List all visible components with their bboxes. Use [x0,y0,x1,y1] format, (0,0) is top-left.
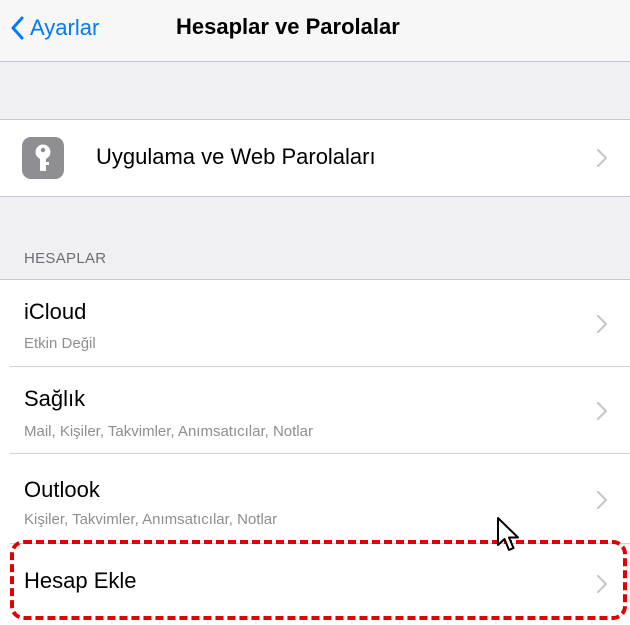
add-account-label: Hesap Ekle [24,568,137,593]
chevron-right-icon [596,314,608,334]
chevron-right-icon [596,401,608,421]
account-name: iCloud [24,299,87,324]
app-web-passwords-row[interactable]: Uygulama ve Web Parolaları [0,120,630,196]
account-detail: Kişiler, Takvimler, Anımsatıcılar, Notla… [24,511,278,528]
account-name: Outlook [24,477,100,502]
account-row-outlook[interactable]: Outlook Kişiler, Takvimler, Anımsatıcıla… [0,454,630,544]
app-web-passwords-label: Uygulama ve Web Parolaları [96,144,376,169]
account-detail: Mail, Kişiler, Takvimler, Anımsatıcılar,… [24,423,313,440]
account-name: Sağlık [24,386,86,411]
back-label: Ayarlar [30,15,100,40]
page-title: Hesaplar ve Parolalar [176,14,400,39]
account-detail: Etkin Değil [24,335,96,352]
section-header-accounts: HESAPLAR [24,250,107,267]
chevron-left-icon [11,16,24,40]
mouse-cursor-icon [497,517,519,551]
key-icon [22,137,64,179]
account-row-health[interactable]: Sağlık Mail, Kişiler, Takvimler, Anımsat… [0,367,630,454]
chevron-right-icon [596,148,608,168]
chevron-right-icon [596,490,608,510]
divider [0,196,630,197]
add-account-row[interactable]: Hesap Ekle [0,544,630,625]
back-button[interactable]: Ayarlar [10,10,99,46]
chevron-right-icon [596,574,608,594]
account-row-icloud[interactable]: iCloud Etkin Değil [0,280,630,367]
navigation-bar: Ayarlar Hesaplar ve Parolalar [0,0,630,62]
